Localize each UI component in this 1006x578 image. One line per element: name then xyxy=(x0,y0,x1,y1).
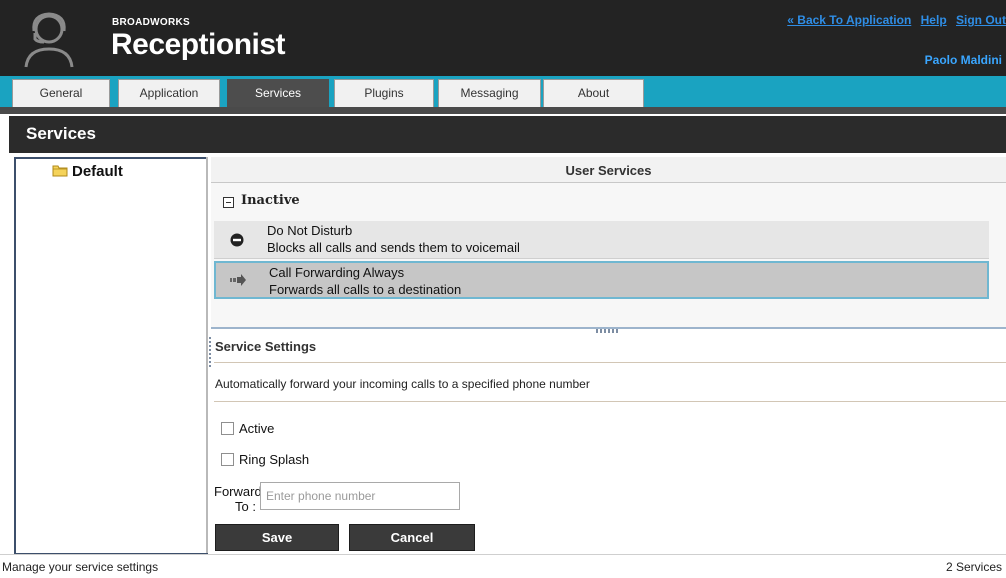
status-bar: Manage your service settings 2 Services xyxy=(0,554,1006,578)
user-name: Paolo Maldini xyxy=(924,53,1002,67)
page-title-bar: Services xyxy=(9,116,1006,153)
tab-services[interactable]: Services xyxy=(227,79,329,107)
user-services-header: User Services xyxy=(211,157,1006,183)
tab-application[interactable]: Application xyxy=(118,79,220,107)
brand-small: BROADWORKS xyxy=(112,17,190,28)
status-message: Manage your service settings xyxy=(2,560,159,574)
user-services-list: Inactive Do Not Disturb Blocks all calls… xyxy=(211,183,1006,329)
service-settings-title: Service Settings xyxy=(215,339,317,354)
app-title: Receptionist xyxy=(111,28,286,61)
service-name: Do Not Disturb xyxy=(267,223,353,238)
app-header: BROADWORKS Receptionist « Back To Applic… xyxy=(0,0,1006,76)
tab-bar: General Application Services Plugins Mes… xyxy=(0,76,1006,107)
service-settings-description: Automatically forward your incoming call… xyxy=(215,377,590,391)
forward-to-label: Forward To : xyxy=(214,484,262,514)
receptionist-headset-icon xyxy=(24,12,74,68)
tab-messaging[interactable]: Messaging xyxy=(438,79,541,107)
folder-default[interactable]: Default xyxy=(72,163,123,180)
divider xyxy=(214,362,1006,363)
service-do-not-disturb[interactable]: Do Not Disturb Blocks all calls and send… xyxy=(214,221,989,259)
ring-splash-checkbox[interactable] xyxy=(221,453,234,466)
active-label: Active xyxy=(239,421,275,436)
divider xyxy=(214,401,1006,402)
group-inactive[interactable]: Inactive xyxy=(241,193,300,208)
help-link[interactable]: Help xyxy=(921,13,947,27)
forward-phone-input[interactable] xyxy=(260,482,460,510)
active-checkbox[interactable] xyxy=(221,422,234,435)
collapse-icon[interactable] xyxy=(223,197,234,208)
cancel-button[interactable]: Cancel xyxy=(349,524,475,551)
back-to-application-link[interactable]: « Back To Application xyxy=(787,13,911,27)
tab-about[interactable]: About xyxy=(543,79,644,107)
services-count: 2 Services xyxy=(945,560,1002,574)
service-call-forwarding-always[interactable]: Call Forwarding Always Forwards all call… xyxy=(214,261,989,299)
page-title: Services xyxy=(26,124,96,143)
top-links: « Back To Application Help Sign Out xyxy=(781,13,1006,27)
service-description: Blocks all calls and sends them to voice… xyxy=(267,240,520,255)
forward-arrow-icon xyxy=(230,274,246,286)
save-button[interactable]: Save xyxy=(215,524,339,551)
horizontal-resize-grip[interactable] xyxy=(596,329,620,333)
ring-splash-label: Ring Splash xyxy=(239,452,310,467)
service-name: Call Forwarding Always xyxy=(269,265,405,280)
do-not-disturb-icon xyxy=(230,233,244,247)
sign-out-link[interactable]: Sign Out xyxy=(956,13,1006,27)
service-description: Forwards all calls to a destination xyxy=(269,282,462,297)
tab-general[interactable]: General xyxy=(12,79,110,107)
panel-splitter[interactable] xyxy=(206,157,208,553)
tab-plugins[interactable]: Plugins xyxy=(334,79,434,107)
folder-icon xyxy=(52,165,68,177)
folder-panel: Default xyxy=(14,157,208,555)
vertical-resize-grip[interactable] xyxy=(209,337,211,367)
tab-underline xyxy=(0,107,1006,114)
